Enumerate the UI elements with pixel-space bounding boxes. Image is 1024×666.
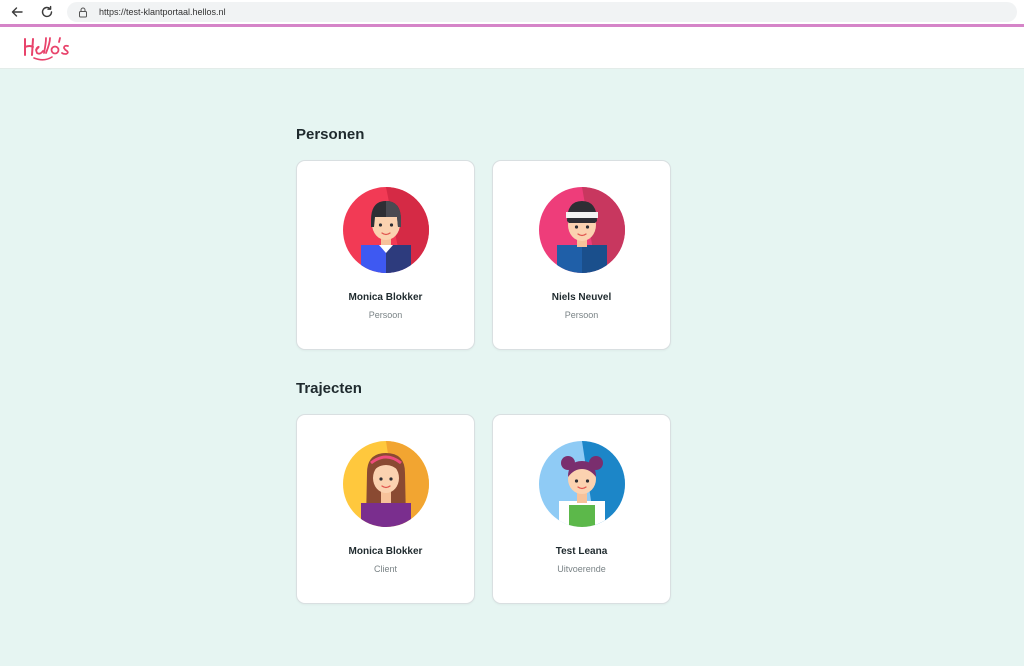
address-bar[interactable]: https://test-klantportaal.hellos.nl [67,2,1017,22]
browser-toolbar: https://test-klantportaal.hellos.nl [0,0,1024,24]
card-role: Uitvoerende [557,564,606,574]
back-arrow-icon[interactable] [5,0,29,24]
lock-icon[interactable] [77,6,89,18]
traject-card[interactable]: Test Leana Uitvoerende [492,414,671,604]
card-name: Test Leana [555,546,608,557]
person-card[interactable]: Niels Neuvel Persoon [492,160,671,350]
app-header [0,27,1024,69]
card-role: Persoon [368,310,403,320]
person-card[interactable]: Monica Blokker Persoon [296,160,475,350]
card-role: Persoon [564,310,599,320]
girl-buns-avatar-blue-icon [539,441,625,527]
reload-icon[interactable] [35,0,59,24]
url-text[interactable]: https://test-klantportaal.hellos.nl [99,7,226,17]
man-headband-avatar-pink-icon [539,187,625,273]
card-role: Client [373,564,397,574]
woman-avatar-red-icon [343,187,429,273]
card-name: Monica Blokker [348,292,423,303]
traject-card[interactable]: Monica Blokker Client [296,414,475,604]
section-title-trajecten: Trajecten [296,380,362,397]
card-name: Monica Blokker [348,546,423,557]
card-name: Niels Neuvel [551,292,612,303]
hellos-logo[interactable] [22,33,72,63]
section-title-personen: Personen [296,126,365,143]
woman-long-hair-avatar-yellow-icon [343,441,429,527]
